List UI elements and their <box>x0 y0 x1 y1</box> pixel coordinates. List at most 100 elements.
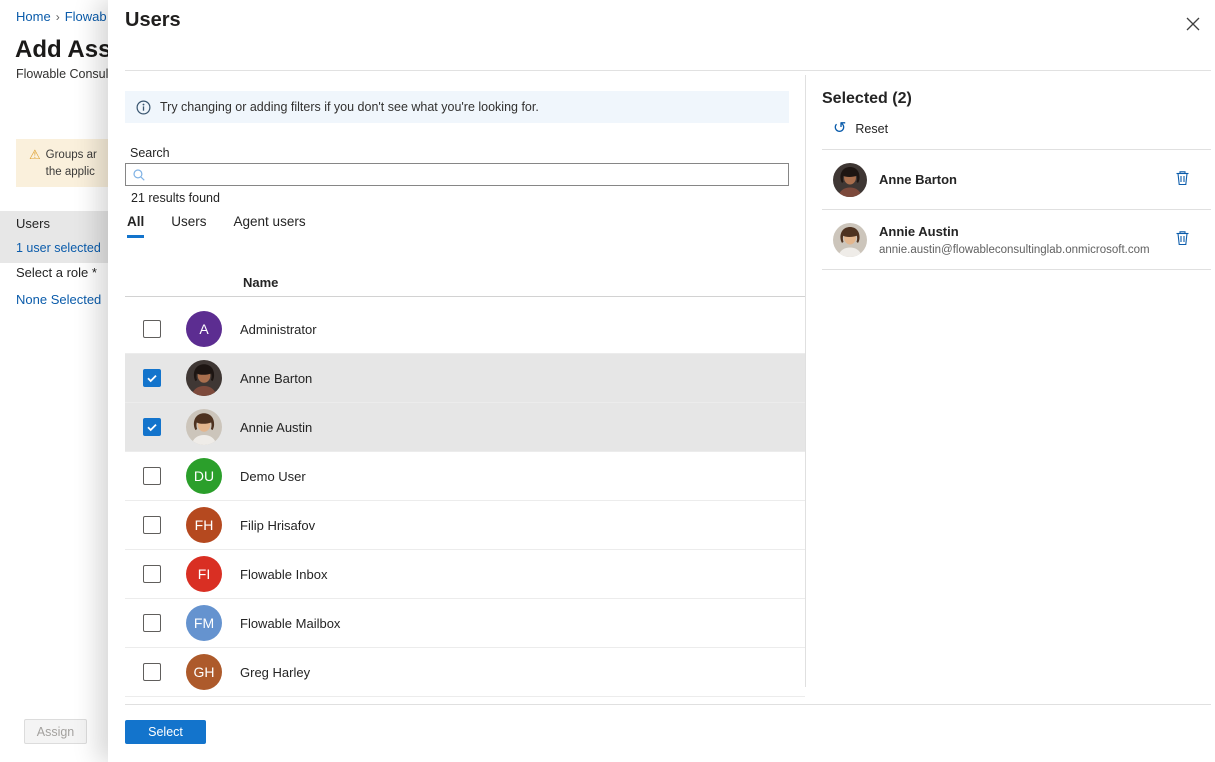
user-name: Flowable Inbox <box>240 567 327 582</box>
info-icon <box>136 100 151 115</box>
info-banner: Try changing or adding filters if you do… <box>125 91 789 123</box>
search-label: Search <box>130 146 170 160</box>
photo-avatar <box>833 163 867 197</box>
page-subtitle: Flowable Consul <box>16 67 108 81</box>
row-checkbox[interactable] <box>143 565 161 583</box>
row-checkbox[interactable] <box>143 516 161 534</box>
search-icon <box>132 168 146 182</box>
table-row[interactable]: GH Greg Harley <box>125 648 805 697</box>
avatar-initials: A <box>199 321 208 337</box>
table-row[interactable]: Annie Austin <box>125 403 805 452</box>
selected-item-info: Anne Barton <box>879 172 1173 187</box>
avatar: A <box>186 311 222 347</box>
photo-avatar <box>186 360 222 396</box>
close-icon <box>1186 17 1200 31</box>
avatar-initials: FM <box>194 615 214 631</box>
check-icon <box>146 372 158 384</box>
photo-avatar <box>186 409 222 445</box>
users-flyout-panel: Users Try changing or adding filters if … <box>108 0 1215 762</box>
avatar-initials: FI <box>198 566 210 582</box>
user-name: Greg Harley <box>240 665 310 680</box>
user-name: Flowable Mailbox <box>240 616 340 631</box>
footer-divider <box>125 704 1211 705</box>
table-row[interactable]: Anne Barton <box>125 354 805 403</box>
row-checkbox[interactable] <box>143 467 161 485</box>
header-divider <box>125 70 1211 71</box>
table-row[interactable]: DU Demo User <box>125 452 805 501</box>
table-row[interactable]: FM Flowable Mailbox <box>125 599 805 648</box>
reset-button[interactable]: ↺ Reset <box>833 121 903 137</box>
tab-agent-users[interactable]: Agent users <box>234 214 306 238</box>
search-input[interactable] <box>146 164 788 185</box>
breadcrumb-separator: › <box>56 10 60 24</box>
user-name: Administrator <box>240 322 317 337</box>
warning-icon: ⚠ <box>29 147 41 164</box>
info-banner-text: Try changing or adding filters if you do… <box>160 100 539 114</box>
selected-item: Anne Barton <box>822 150 1211 210</box>
avatar <box>186 409 222 445</box>
name-column-header: Name <box>243 275 278 290</box>
row-checkbox[interactable] <box>143 614 161 632</box>
close-button[interactable] <box>1183 15 1203 35</box>
selected-list: Anne Barton <box>822 149 1211 270</box>
remove-selected-button[interactable] <box>1173 228 1192 251</box>
remove-selected-button[interactable] <box>1173 168 1192 191</box>
table-header: Name <box>125 268 805 297</box>
table-row[interactable]: A Administrator <box>125 305 805 354</box>
role-value-link[interactable]: None Selected <box>16 292 101 307</box>
table-row[interactable]: FH Filip Hrisafov <box>125 501 805 550</box>
row-checkbox[interactable] <box>143 320 161 338</box>
warning-text: Groups ar the applic <box>46 147 97 182</box>
screen: Home › Flowab Add Ass Flowable Consul ⚠ Gr… <box>0 0 1215 762</box>
row-checkbox[interactable] <box>143 418 161 436</box>
user-name: Demo User <box>240 469 306 484</box>
table-row[interactable]: FI Flowable Inbox <box>125 550 805 599</box>
user-name: Anne Barton <box>240 371 312 386</box>
page-title: Add Ass <box>15 36 111 64</box>
reset-label: Reset <box>855 122 888 136</box>
reset-icon: ↺ <box>833 121 846 137</box>
select-button[interactable]: Select <box>125 720 206 744</box>
avatar: DU <box>186 458 222 494</box>
trash-icon <box>1175 230 1190 246</box>
avatar: FM <box>186 605 222 641</box>
avatar-initials: DU <box>194 468 214 484</box>
users-selection-block: Users 1 user selected <box>0 211 108 263</box>
users-selected-link[interactable]: 1 user selected <box>16 241 101 255</box>
breadcrumb-home[interactable]: Home <box>16 9 51 24</box>
users-list: A Administrator Anne Barton <box>125 305 805 697</box>
photo-avatar <box>833 223 867 257</box>
avatar: GH <box>186 654 222 690</box>
selected-item: Annie Austin annie.austin@flowableconsul… <box>822 210 1211 270</box>
avatar <box>833 163 867 197</box>
selected-user-name: Anne Barton <box>879 172 1173 187</box>
breadcrumb-current[interactable]: Flowab <box>65 9 107 24</box>
selected-title: Selected (2) <box>822 90 1211 108</box>
user-name: Filip Hrisafov <box>240 518 315 533</box>
tab-users[interactable]: Users <box>171 214 206 238</box>
selected-panel: Selected (2) ↺ Reset A <box>822 90 1211 270</box>
warning-text-line2: the applic <box>46 164 97 181</box>
selected-user-email: annie.austin@flowableconsultinglab.onmic… <box>879 244 1173 256</box>
breadcrumb: Home › Flowab <box>16 9 107 24</box>
avatar <box>186 360 222 396</box>
warning-text-line1: Groups ar <box>46 147 97 164</box>
avatar: FH <box>186 507 222 543</box>
avatar-initials: FH <box>195 517 214 533</box>
avatar <box>833 223 867 257</box>
results-count: 21 results found <box>131 191 220 205</box>
selected-user-name: Annie Austin <box>879 224 1173 239</box>
panel-title: Users <box>125 9 181 32</box>
selected-item-info: Annie Austin annie.austin@flowableconsul… <box>879 224 1173 256</box>
tab-all[interactable]: All <box>127 214 144 238</box>
avatar: FI <box>186 556 222 592</box>
vertical-divider <box>805 75 806 687</box>
user-name: Annie Austin <box>240 420 312 435</box>
row-checkbox[interactable] <box>143 663 161 681</box>
tabs: All Users Agent users <box>127 214 333 238</box>
trash-icon <box>1175 170 1190 186</box>
avatar-initials: GH <box>194 664 215 680</box>
assign-button[interactable]: Assign <box>24 719 87 744</box>
check-icon <box>146 421 158 433</box>
row-checkbox[interactable] <box>143 369 161 387</box>
